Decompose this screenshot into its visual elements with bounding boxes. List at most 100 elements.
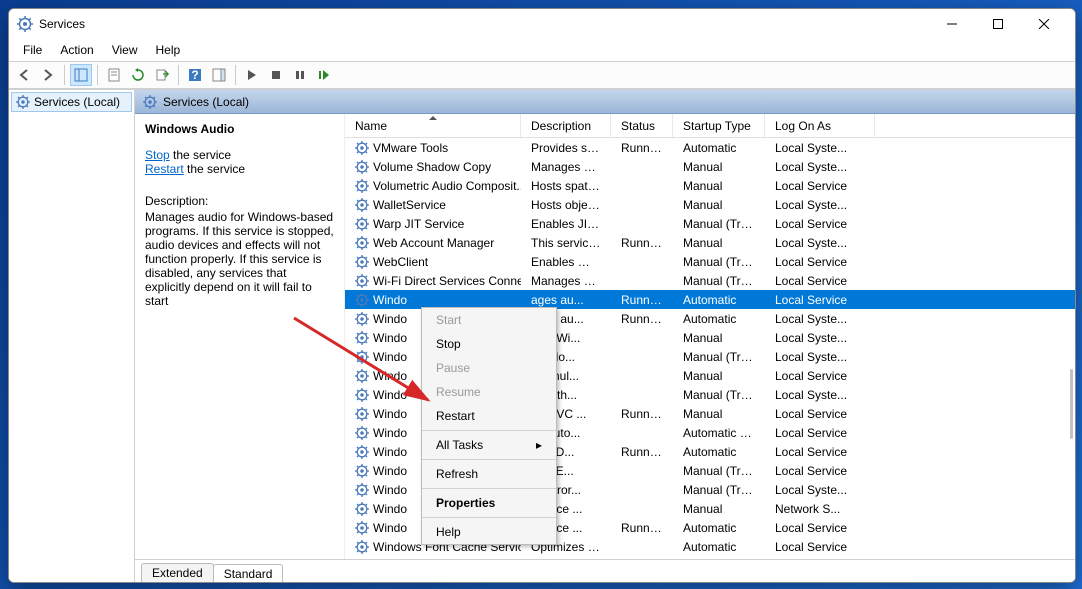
service-name: Windo [373,350,407,364]
ctx-restart[interactable]: Restart [422,404,556,428]
service-startup: Automatic [673,141,765,155]
ctx-help[interactable]: Help [422,520,556,544]
service-name: Volume Shadow Copy [373,160,491,174]
menu-file[interactable]: File [15,41,50,59]
show-hide-tree-button[interactable] [70,64,92,86]
gear-icon [355,521,369,535]
nav-forward-button[interactable] [37,64,59,86]
minimize-button[interactable] [929,9,975,39]
gear-icon [355,407,369,421]
service-startup: Manual [673,331,765,345]
show-hide-action-pane-button[interactable] [208,64,230,86]
stop-service-button[interactable] [265,64,287,86]
list-header-bar: Services (Local) [135,90,1075,114]
service-logon: Local Service [765,274,875,288]
col-description[interactable]: Description [521,114,611,137]
service-row[interactable]: WebClientEnables Win...Manual (Trig...Lo… [345,252,1075,271]
service-logon: Local Service [765,407,875,421]
help-button[interactable]: ? [184,64,206,86]
service-row[interactable]: Web Account ManagerThis service ...Runni… [345,233,1075,252]
service-name: WebClient [373,255,428,269]
service-startup: Manual (Trig... [673,483,765,497]
pause-service-button[interactable] [289,64,311,86]
menu-view[interactable]: View [104,41,146,59]
maximize-button[interactable] [975,9,1021,39]
service-status: Running [611,312,673,326]
tab-standard[interactable]: Standard [213,564,284,582]
col-startup-type[interactable]: Startup Type [673,114,765,137]
service-name: Windo [373,445,407,459]
col-log-on-as[interactable]: Log On As [765,114,875,137]
service-name: Warp JIT Service [373,217,464,231]
toolbar: ? [9,61,1075,89]
restart-service-button[interactable] [313,64,335,86]
gear-icon [355,217,369,231]
service-description: Enables JIT ... [521,217,611,231]
gear-icon [355,274,369,288]
column-headers: Name Description Status Startup Type Log… [345,114,1075,138]
scrollbar-thumb[interactable] [1070,369,1073,439]
service-logon: Local Service [765,445,875,459]
service-logon: Local Service [765,217,875,231]
service-startup: Automatic [673,445,765,459]
service-row[interactable]: WalletServiceHosts objec...ManualLocal S… [345,195,1075,214]
service-row[interactable]: Volume Shadow CopyManages an...ManualLoc… [345,157,1075,176]
tree-pane: Services (Local) [9,90,135,582]
properties-button[interactable] [103,64,125,86]
ctx-stop[interactable]: Stop [422,332,556,356]
service-description: This service ... [521,236,611,250]
gear-icon [355,312,369,326]
service-status: Running [611,141,673,155]
service-name: Windo [373,521,407,535]
details-pane: Windows Audio Stop the service Restart t… [135,114,345,559]
service-startup: Manual (Trig... [673,388,765,402]
service-row[interactable]: Warp JIT ServiceEnables JIT ...Manual (T… [345,214,1075,233]
menu-action[interactable]: Action [52,41,101,59]
selected-service-name: Windows Audio [145,122,334,136]
service-row[interactable]: Volumetric Audio Composit...Hosts spatia… [345,176,1075,195]
ctx-refresh[interactable]: Refresh [422,462,556,486]
service-startup: Manual [673,198,765,212]
service-row[interactable]: VMware ToolsProvides su...RunningAutomat… [345,138,1075,157]
service-logon: Local Syste... [765,160,875,174]
services-icon [16,95,30,109]
titlebar: Services [9,9,1075,39]
service-status: Running [611,236,673,250]
tree-root-item[interactable]: Services (Local) [11,92,132,112]
service-startup: Automatic [673,540,765,554]
close-button[interactable] [1021,9,1067,39]
service-startup: Manual (Trig... [673,274,765,288]
restart-link[interactable]: Restart [145,162,184,176]
service-name: Windo [373,483,407,497]
gear-icon [355,179,369,193]
context-menu: StartStopPauseResumeRestartAll Tasks▸Ref… [421,307,557,545]
service-description: Manages an... [521,160,611,174]
service-row[interactable]: Wi-Fi Direct Services Conne...Manages co… [345,271,1075,290]
svg-text:?: ? [191,68,198,82]
gear-icon [355,369,369,383]
start-service-button[interactable] [241,64,263,86]
col-status[interactable]: Status [611,114,673,137]
service-logon: Local Service [765,179,875,193]
gear-icon [355,141,369,155]
service-logon: Local Syste... [765,331,875,345]
export-list-button[interactable] [151,64,173,86]
ctx-all-tasks[interactable]: All Tasks▸ [422,433,556,457]
stop-link[interactable]: Stop [145,148,170,162]
app-icon [17,16,33,32]
ctx-properties[interactable]: Properties [422,491,556,515]
service-startup: Manual (Trig... [673,255,765,269]
menu-help[interactable]: Help [148,41,189,59]
nav-back-button[interactable] [13,64,35,86]
service-logon: Local Syste... [765,312,875,326]
tab-extended[interactable]: Extended [141,563,214,582]
service-description: ages au... [521,293,611,307]
gear-icon [355,236,369,250]
service-logon: Local Service [765,255,875,269]
gear-icon [355,540,369,554]
gear-icon [355,350,369,364]
ctx-start: Start [422,308,556,332]
gear-icon [355,426,369,440]
refresh-button[interactable] [127,64,149,86]
col-name[interactable]: Name [345,114,521,137]
